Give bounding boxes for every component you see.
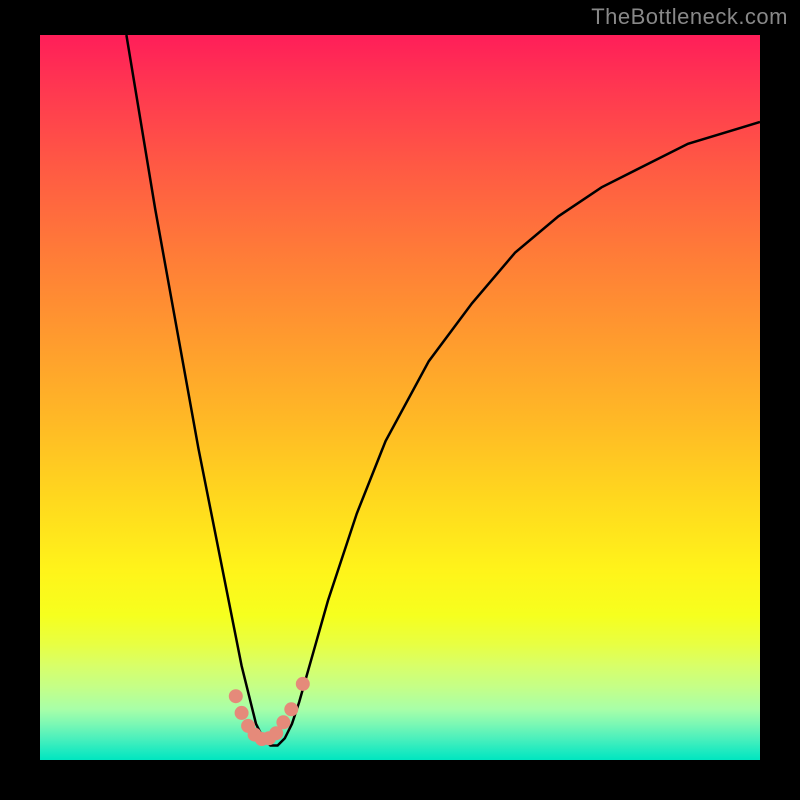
chart-container: TheBottleneck.com	[0, 0, 800, 800]
highlight-dot	[235, 706, 249, 720]
plot-area	[40, 35, 760, 760]
highlight-dot	[296, 677, 310, 691]
curve-layer	[40, 35, 760, 760]
highlight-dot	[276, 715, 290, 729]
highlight-dot	[284, 702, 298, 716]
highlight-dot	[229, 689, 243, 703]
bottleneck-curve	[126, 35, 760, 746]
watermark-text: TheBottleneck.com	[591, 4, 788, 30]
highlight-markers	[229, 677, 310, 746]
